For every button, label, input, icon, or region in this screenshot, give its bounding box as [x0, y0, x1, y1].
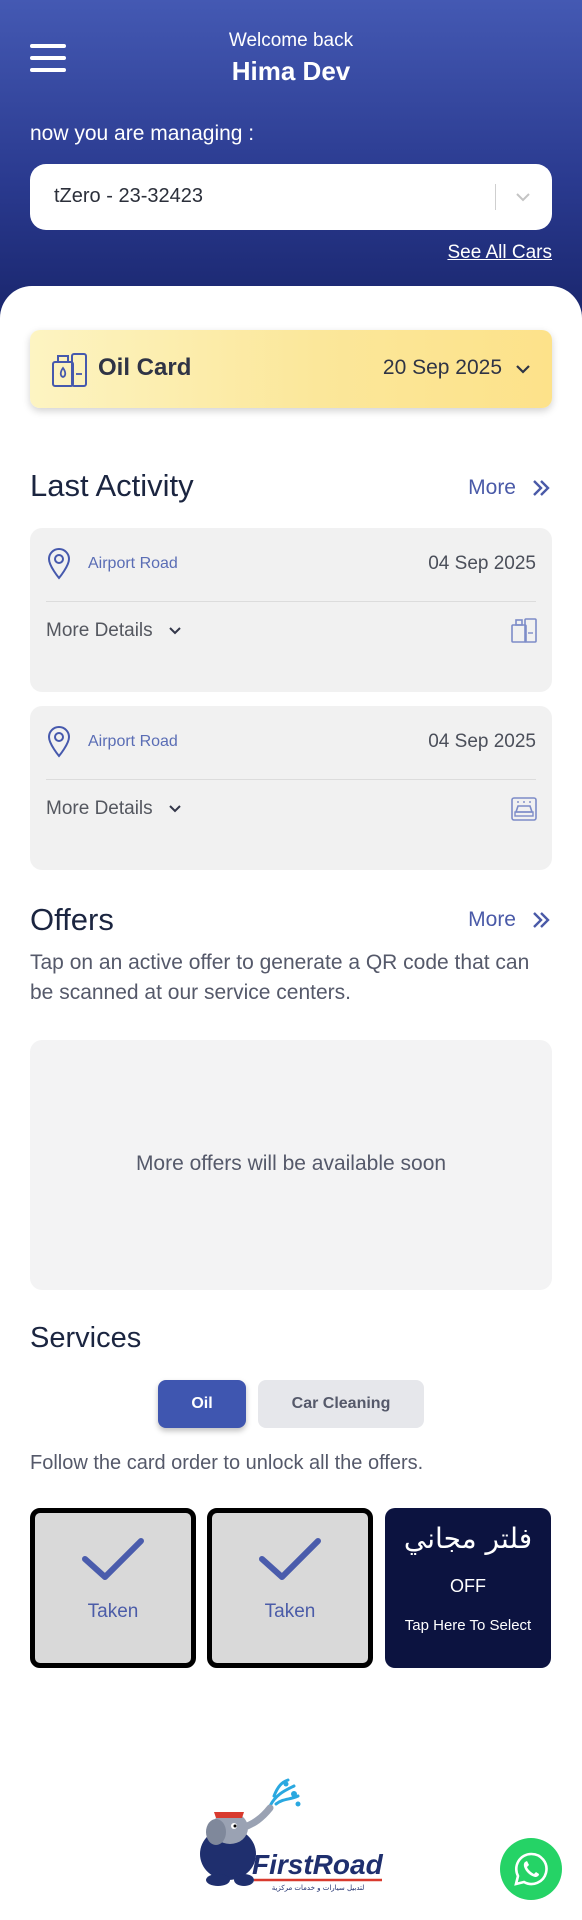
- oil-card-title: Oil Card: [98, 354, 192, 381]
- user-name: Hima Dev: [231, 56, 351, 86]
- activity-date: 04 Sep 2025: [428, 553, 536, 574]
- car-selector[interactable]: tZero - 23-32423: [30, 164, 552, 230]
- oil-service-icon: [511, 618, 537, 643]
- offer-card-free-filter[interactable]: فلتر مجاني OFF Tap Here To Select: [385, 1508, 551, 1668]
- oil-card-selector[interactable]: Oil Card 20 Sep 2025: [30, 330, 552, 408]
- more-details-label: More Details: [46, 798, 153, 819]
- activity-location: Airport Road: [88, 555, 178, 572]
- checkmark-icon: [259, 1538, 321, 1580]
- activity-divider: [46, 779, 536, 780]
- last-activity-title: Last Activity: [30, 468, 194, 503]
- offers-empty-box: More offers will be available soon: [30, 1040, 552, 1290]
- selector-divider: [495, 184, 496, 210]
- offer-card-taken[interactable]: Taken: [30, 1508, 196, 1668]
- activity-location: Airport Road: [88, 733, 178, 750]
- car-wash-icon: [511, 797, 537, 821]
- activity-card: Airport Road 04 Sep 2025 More Details: [30, 706, 552, 870]
- svg-text:لتدبيل سيارات و خدمات مركزية: لتدبيل سيارات و خدمات مركزية: [272, 1884, 365, 1892]
- last-activity-more-link[interactable]: More: [468, 476, 552, 500]
- checkmark-icon: [82, 1538, 144, 1580]
- whatsapp-button[interactable]: [500, 1838, 562, 1900]
- more-label: More: [468, 476, 516, 499]
- managing-label: now you are managing :: [30, 122, 255, 145]
- offer-card-taken[interactable]: Taken: [207, 1508, 373, 1668]
- chevron-down-icon: [168, 805, 181, 813]
- selected-car-value: tZero - 23-32423: [54, 185, 203, 207]
- offer-off-label: OFF: [450, 1576, 486, 1596]
- chevron-down-icon: [168, 627, 181, 635]
- chevron-down-icon: [516, 193, 530, 202]
- offer-status: Taken: [264, 1601, 316, 1622]
- activity-card: Airport Road 04 Sep 2025 More Details: [30, 528, 552, 692]
- activity-date: 04 Sep 2025: [428, 731, 536, 752]
- offer-status: Taken: [87, 1601, 139, 1622]
- offers-description: Tap on an active offer to generate a QR …: [30, 951, 530, 1004]
- more-label: More: [468, 908, 516, 931]
- svg-text:FirstRoad: FirstRoad: [252, 1849, 384, 1880]
- offers-more-link[interactable]: More: [468, 908, 552, 932]
- firstroad-logo: FirstRoad لتدبيل سيارات و خدمات مركزية: [200, 1778, 384, 1892]
- chevron-down-icon: [516, 365, 530, 374]
- welcome-text: Welcome back: [228, 30, 354, 51]
- double-chevron-right-icon: [533, 480, 550, 496]
- offer-arabic-title: فلتر مجاني: [403, 1522, 533, 1555]
- offers-title: Offers: [30, 902, 114, 937]
- services-title: Services: [30, 1322, 142, 1354]
- tab-oil[interactable]: Oil: [158, 1380, 246, 1428]
- activity-divider: [46, 601, 536, 602]
- see-all-cars-link[interactable]: See All Cars: [447, 242, 552, 264]
- oil-card-date: 20 Sep 2025: [382, 356, 502, 379]
- offers-empty-message: More offers will be available soon: [135, 1152, 447, 1175]
- double-chevron-right-icon: [533, 912, 550, 928]
- oil-can-icon: [52, 353, 87, 387]
- more-details-toggle[interactable]: More Details: [46, 620, 183, 642]
- tab-car-cleaning[interactable]: Car Cleaning: [258, 1380, 424, 1428]
- header: Welcome back Hima Dev now you are managi…: [0, 0, 582, 330]
- more-details-label: More Details: [46, 620, 153, 641]
- more-details-toggle[interactable]: More Details: [46, 798, 183, 820]
- offer-tap-label: Tap Here To Select: [404, 1617, 532, 1634]
- location-pin-icon: [47, 726, 71, 758]
- location-pin-icon: [47, 548, 71, 580]
- services-instruction: Follow the card order to unlock all the …: [30, 1452, 424, 1474]
- whatsapp-icon: [514, 1852, 548, 1886]
